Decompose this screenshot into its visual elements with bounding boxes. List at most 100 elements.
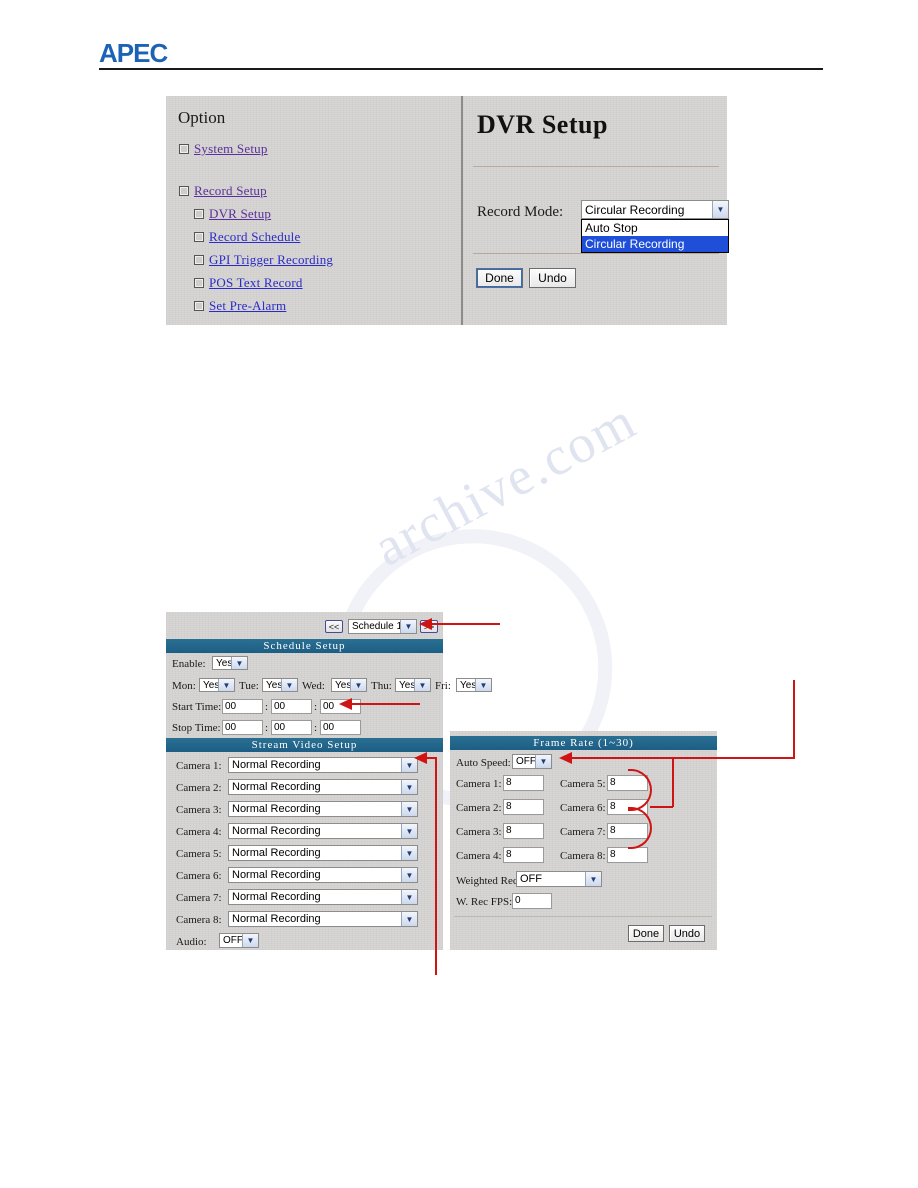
chevron-down-icon[interactable]: ▼ (400, 620, 416, 633)
schedule-value: Schedule 1 (352, 621, 400, 632)
option-item-label[interactable]: Record Schedule (209, 229, 300, 245)
stop-time-hour[interactable]: 00 (222, 720, 263, 735)
fr-camera-8-input[interactable]: 8 (607, 847, 648, 863)
chevron-down-icon[interactable]: ▼ (585, 872, 601, 886)
checkbox-icon[interactable] (179, 186, 189, 196)
option-item-pos-text-record[interactable]: POS Text Record (194, 275, 303, 291)
frame-rate-done-button[interactable]: Done (628, 925, 664, 942)
brand-logo: APEC (99, 38, 168, 68)
chevron-down-icon[interactable]: ▼ (401, 868, 417, 882)
camera-7-select[interactable]: Normal Recording ▼ (228, 889, 418, 905)
dropdown-option-auto-stop[interactable]: Auto Stop (582, 220, 728, 236)
weighted-rec-value: OFF (520, 873, 542, 885)
chevron-down-icon[interactable]: ▼ (401, 890, 417, 904)
annotation-line-start-time (352, 703, 420, 705)
fr-camera-3-input[interactable]: 8 (503, 823, 544, 839)
option-item-label[interactable]: Record Setup (194, 183, 267, 199)
fr-camera-1-input[interactable]: 8 (503, 775, 544, 791)
chevron-down-icon[interactable]: ▼ (242, 934, 258, 947)
checkbox-icon[interactable] (194, 255, 204, 265)
checkbox-icon[interactable] (194, 278, 204, 288)
camera-5-select[interactable]: Normal Recording ▼ (228, 845, 418, 861)
tue-label: Tue: (239, 680, 259, 692)
option-panel: Option System Setup Record Setup DVR Set… (166, 96, 463, 325)
wed-select[interactable]: Yes ▼ (331, 678, 367, 692)
camera-4-select[interactable]: Normal Recording ▼ (228, 823, 418, 839)
chevron-down-icon[interactable]: ▼ (218, 679, 234, 691)
schedule-select[interactable]: Schedule 1 ▼ (348, 619, 417, 634)
chevron-down-icon[interactable]: ▼ (414, 679, 430, 691)
option-item-label[interactable]: System Setup (194, 141, 268, 157)
fri-select[interactable]: Yes ▼ (456, 678, 492, 692)
record-schedule-screenshot: << Schedule 1 ▼ >> Schedule Setup Enable… (166, 612, 492, 950)
thu-label: Thu: (371, 680, 392, 692)
start-time-minute[interactable]: 00 (271, 699, 312, 714)
enable-select[interactable]: Yes ▼ (212, 656, 248, 670)
dvr-setup-panel: DVR Setup Record Mode: Circular Recordin… (465, 96, 729, 325)
record-mode-dropdown-list[interactable]: Auto Stop Circular Recording (581, 219, 729, 253)
camera-3-select[interactable]: Normal Recording ▼ (228, 801, 418, 817)
checkbox-icon[interactable] (194, 301, 204, 311)
option-item-gpi-trigger-recording[interactable]: GPI Trigger Recording (194, 252, 333, 268)
chevron-down-icon[interactable]: ▼ (231, 657, 247, 669)
weighted-rec-select[interactable]: OFF ▼ (516, 871, 602, 887)
fr-camera-4-label: Camera 4: (456, 850, 502, 862)
record-mode-select[interactable]: Circular Recording ▼ (581, 200, 729, 219)
camera-1-select[interactable]: Normal Recording ▼ (228, 757, 418, 773)
annotation-line-schedule (432, 623, 500, 625)
prev-schedule-button[interactable]: << (325, 620, 343, 633)
chevron-down-icon[interactable]: ▼ (281, 679, 297, 691)
camera-4-value: Normal Recording (232, 825, 321, 837)
done-button[interactable]: Done (476, 268, 523, 288)
checkbox-icon[interactable] (194, 232, 204, 242)
chevron-down-icon[interactable]: ▼ (401, 802, 417, 816)
annotation-line-autospeed-horizontal (572, 757, 795, 759)
thu-select[interactable]: Yes ▼ (395, 678, 431, 692)
chevron-down-icon[interactable]: ▼ (401, 780, 417, 794)
camera-2-select[interactable]: Normal Recording ▼ (228, 779, 418, 795)
dropdown-option-circular-recording[interactable]: Circular Recording (582, 236, 728, 252)
enable-label: Enable: (172, 658, 206, 670)
camera-7-label: Camera 7: (176, 892, 222, 904)
undo-button[interactable]: Undo (529, 268, 576, 288)
option-item-label[interactable]: Set Pre-Alarm (209, 298, 286, 314)
option-item-dvr-setup[interactable]: DVR Setup (194, 206, 271, 222)
option-item-system-setup[interactable]: System Setup (179, 141, 268, 157)
stop-time-second[interactable]: 00 (320, 720, 361, 735)
w-rec-fps-input[interactable]: 0 (512, 893, 552, 909)
chevron-down-icon[interactable]: ▼ (350, 679, 366, 691)
checkbox-icon[interactable] (179, 144, 189, 154)
tue-select[interactable]: Yes ▼ (262, 678, 298, 692)
annotation-arrow-stream (414, 752, 427, 764)
camera-8-select[interactable]: Normal Recording ▼ (228, 911, 418, 927)
fr-camera-3-label: Camera 3: (456, 826, 502, 838)
mon-select[interactable]: Yes ▼ (199, 678, 235, 692)
start-time-hour[interactable]: 00 (222, 699, 263, 714)
wed-value: Yes (335, 679, 350, 691)
chevron-down-icon[interactable]: ▼ (401, 912, 417, 926)
fri-value: Yes (460, 679, 475, 691)
chevron-down-icon[interactable]: ▼ (401, 846, 417, 860)
option-item-record-setup[interactable]: Record Setup (179, 183, 267, 199)
camera-2-label: Camera 2: (176, 782, 222, 794)
camera-6-select[interactable]: Normal Recording ▼ (228, 867, 418, 883)
chevron-down-icon[interactable]: ▼ (475, 679, 491, 691)
stop-time-minute[interactable]: 00 (271, 720, 312, 735)
chevron-down-icon[interactable]: ▼ (401, 824, 417, 838)
option-item-label[interactable]: GPI Trigger Recording (209, 252, 333, 268)
auto-speed-select[interactable]: OFF ▼ (512, 754, 552, 769)
option-item-label[interactable]: POS Text Record (209, 275, 303, 291)
stop-time-sep-1: : (265, 722, 269, 734)
frame-rate-undo-button[interactable]: Undo (669, 925, 705, 942)
thu-value: Yes (399, 679, 414, 691)
audio-select[interactable]: OFF ▼ (219, 933, 259, 948)
fr-camera-2-input[interactable]: 8 (503, 799, 544, 815)
checkbox-icon[interactable] (194, 209, 204, 219)
chevron-down-icon[interactable]: ▼ (535, 755, 551, 768)
option-item-label[interactable]: DVR Setup (209, 206, 271, 222)
chevron-down-icon[interactable]: ▼ (712, 201, 728, 218)
camera-6-value: Normal Recording (232, 869, 321, 881)
fr-camera-4-input[interactable]: 8 (503, 847, 544, 863)
option-item-set-pre-alarm[interactable]: Set Pre-Alarm (194, 298, 286, 314)
option-item-record-schedule[interactable]: Record Schedule (194, 229, 300, 245)
